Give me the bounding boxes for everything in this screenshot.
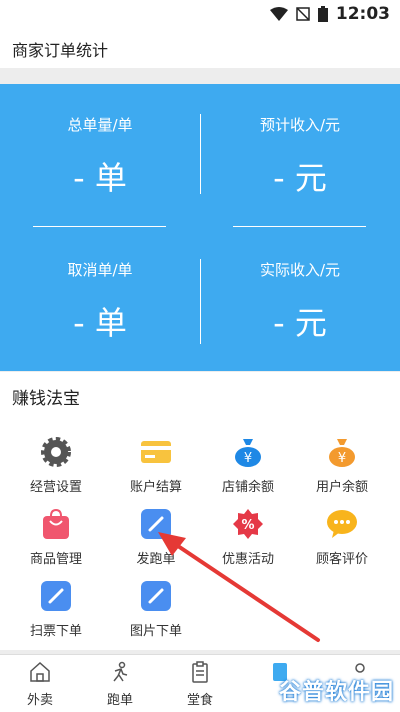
stat-cancelled-value: - 单 — [73, 304, 127, 342]
money-bag-icon: ¥ — [326, 436, 358, 468]
divider — [233, 226, 366, 227]
shopping-bag-icon — [40, 508, 72, 540]
svg-text:¥: ¥ — [244, 451, 252, 466]
tool-product-management[interactable]: 商品管理 — [6, 508, 106, 567]
stat-actual-income: 实际收入/元 - 元 — [200, 259, 400, 344]
status-icons: 12:03 — [269, 4, 390, 24]
section-title: 赚钱法宝 — [0, 372, 400, 420]
stat-actual-income-value: - 元 — [273, 304, 327, 342]
tab-label: 跑单 — [106, 693, 133, 708]
home-icon — [30, 661, 50, 682]
tab-label: 外卖 — [26, 693, 53, 708]
stat-total-orders-value: - 单 — [73, 159, 127, 197]
runner-icon — [113, 661, 128, 682]
order-stats-panel: 总单量/单 - 单 预计收入/元 - 元 取消单/单 - 单 实际收入/元 - … — [0, 84, 400, 371]
tool-label: 店铺余额 — [221, 480, 274, 495]
money-bag-icon: ¥ — [232, 436, 264, 468]
tool-label: 扫票下单 — [29, 624, 82, 639]
tool-label: 用户余额 — [315, 480, 368, 495]
tools-grid: 经营设置 账户结算 ¥ 店铺余额 ¥ 用户余额 商品管理 发跑单 % 优惠活动 … — [0, 420, 400, 650]
tool-business-settings[interactable]: 经营设置 — [6, 436, 106, 495]
page-title: 商家订单统计 — [0, 28, 400, 68]
tool-account-settlement[interactable]: 账户结算 — [106, 436, 206, 495]
no-signal-icon — [296, 7, 310, 21]
tool-label: 商品管理 — [29, 552, 82, 567]
tool-user-balance[interactable]: ¥ 用户余额 — [292, 436, 392, 495]
card-icon — [140, 436, 172, 468]
stat-expected-income: 预计收入/元 - 元 — [200, 114, 400, 199]
stat-expected-income-value: - 元 — [273, 159, 327, 197]
status-time: 12:03 — [335, 4, 390, 24]
tool-store-balance[interactable]: ¥ 店铺余额 — [198, 436, 298, 495]
pointer-arrow-icon — [158, 532, 320, 642]
stat-total-orders-label: 总单量/单 — [67, 116, 133, 134]
stat-cancelled: 取消单/单 - 单 — [0, 259, 200, 344]
chat-icon — [326, 508, 358, 540]
tool-label: 账户结算 — [129, 480, 182, 495]
pencil-icon — [40, 580, 72, 612]
svg-text:¥: ¥ — [338, 451, 346, 466]
stat-total-orders: 总单量/单 - 单 — [0, 114, 200, 199]
tab-takeout[interactable]: 外卖 — [0, 655, 80, 712]
tab-label: 堂食 — [186, 693, 213, 708]
tool-scan-ticket-order[interactable]: 扫票下单 — [6, 580, 106, 639]
tab-errand[interactable]: 跑单 — [80, 655, 160, 712]
divider — [200, 259, 201, 344]
watermark: 谷普软件园 — [278, 680, 394, 705]
clipboard-icon — [192, 661, 208, 683]
tab-dine-in[interactable]: 堂食 — [160, 655, 240, 712]
stat-cancelled-label: 取消单/单 — [67, 261, 133, 279]
status-bar: 12:03 — [0, 0, 400, 28]
divider — [200, 114, 201, 194]
stat-expected-income-label: 预计收入/元 — [259, 116, 341, 134]
gear-icon — [40, 436, 72, 468]
wifi-icon — [269, 7, 288, 21]
stat-actual-income-label: 实际收入/元 — [259, 261, 341, 279]
divider — [33, 226, 166, 227]
battery-icon — [317, 6, 328, 22]
tool-label: 经营设置 — [29, 480, 82, 495]
